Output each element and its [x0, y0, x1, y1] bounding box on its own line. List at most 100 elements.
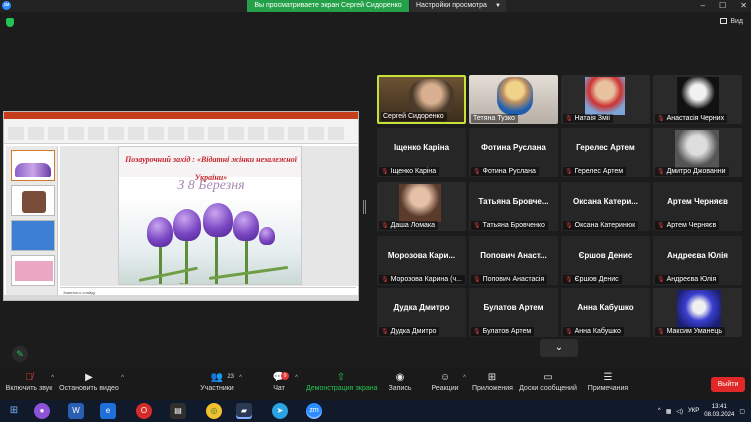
- annotate-pen-icon[interactable]: ✎: [12, 346, 28, 362]
- chevron-up-icon[interactable]: ^: [239, 375, 242, 381]
- participant-display-name: Єршов Денис: [578, 251, 633, 260]
- participant-tile[interactable]: Булатов Артем 🎙 Булатов Артем: [469, 288, 558, 337]
- participant-name: Артем Черняєв: [666, 222, 717, 229]
- telegram-icon[interactable]: ➤: [272, 403, 288, 419]
- file-explorer-icon[interactable]: ▰: [236, 403, 252, 419]
- record-button[interactable]: ◉ Запись: [386, 371, 414, 392]
- participant-display-name: Артем Черняєв: [667, 197, 728, 206]
- ribbon-tool: [148, 127, 164, 140]
- video-camera-icon: ▶: [85, 372, 93, 383]
- unmute-label: Включить звук: [5, 385, 53, 392]
- ribbon-tool: [88, 127, 104, 140]
- close-icon[interactable]: ✕: [740, 0, 747, 12]
- gallery-scroll-down-button[interactable]: ⌄: [540, 339, 578, 357]
- participant-tile[interactable]: Андреєва Юлія 🎙 Андреєва Юлія: [653, 236, 742, 285]
- word-icon[interactable]: W: [68, 403, 84, 419]
- apps-label: Приложения: [472, 385, 513, 392]
- reactions-smile-icon: ☺: [439, 372, 451, 383]
- leave-meeting-button[interactable]: Выйти: [711, 377, 745, 392]
- participant-tile[interactable]: 🎙 Максим Уманець: [653, 288, 742, 337]
- keyboard-language[interactable]: УКР: [688, 408, 699, 414]
- participant-tile[interactable]: Герелес Артем 🎙 Герелес Артем: [561, 128, 650, 177]
- participant-name: Андреєва Юлія: [666, 276, 717, 283]
- mic-muted-icon: 🎙: [657, 277, 665, 283]
- participant-tile[interactable]: 🎙 Даша Ломака: [377, 182, 466, 231]
- windows-start-icon[interactable]: ⊞: [6, 403, 22, 419]
- participant-name-label: 🎙 Попович Анастасія: [471, 275, 548, 284]
- minimize-icon[interactable]: –: [701, 0, 705, 12]
- participant-tile[interactable]: Сергей Сидоренко: [377, 75, 466, 124]
- shared-screen[interactable]: Позаурочний захід : «Відатні жінки незал…: [3, 111, 359, 301]
- view-settings-button[interactable]: Настройки просмотра ▼: [410, 0, 506, 12]
- reactions-button[interactable]: ☺ Реакции ^: [430, 371, 466, 392]
- zoom-taskbar-icon[interactable]: zm: [306, 403, 322, 419]
- stop-video-label: Остановить видео: [59, 385, 119, 392]
- participant-tile[interactable]: Анна Кабушко 🎙 Анна Кабушко: [561, 288, 650, 337]
- participants-label: Участники: [200, 385, 234, 392]
- participant-tile[interactable]: Іщенко Каріна 🎙 Іщенко Каріна: [377, 128, 466, 177]
- chrome-icon[interactable]: ◎: [206, 403, 222, 419]
- participant-name-label: 🎙 Максим Уманець: [655, 327, 725, 336]
- ribbon-tool: [208, 127, 224, 140]
- media-icon[interactable]: ▤: [170, 403, 186, 419]
- ribbon-tool: [308, 127, 324, 140]
- notes-button[interactable]: ☰ Примечания: [586, 371, 630, 392]
- participant-name-label: 🎙 Анна Кабушко: [563, 327, 624, 336]
- chat-button[interactable]: 💬 Чат 9 ^: [266, 371, 298, 392]
- assistant-icon[interactable]: ●: [34, 403, 50, 419]
- notifications-icon[interactable]: ▢: [739, 408, 745, 415]
- mic-muted-icon: 🎙: [657, 116, 665, 122]
- chevron-up-icon[interactable]: ^: [121, 375, 124, 381]
- participant-tile[interactable]: Морозова Кари... 🎙 Морозова Карина (ч...: [377, 236, 466, 285]
- shield-icon[interactable]: [6, 18, 14, 27]
- view-button[interactable]: Вид: [720, 18, 743, 25]
- participant-tile[interactable]: Дудка Дмитро 🎙 Дудка Дмитро: [377, 288, 466, 337]
- participants-button[interactable]: 👥 Участники 23 ^: [196, 371, 242, 392]
- stop-video-button[interactable]: ▶ Остановить видео ^: [58, 371, 124, 392]
- volume-icon[interactable]: ◁): [676, 408, 683, 415]
- participant-tile[interactable]: Оксана Катери... 🎙 Оксана Катеринюк: [561, 182, 650, 231]
- participant-name: Анна Кабушко: [574, 328, 621, 335]
- participant-display-name: Оксана Катери...: [573, 197, 638, 206]
- participant-tile[interactable]: Тетяна Тузко: [469, 75, 558, 124]
- notes-icon: ☰: [603, 372, 613, 383]
- record-icon: ◉: [395, 372, 405, 383]
- participant-display-name: Морозова Кари...: [387, 251, 456, 260]
- participant-tile[interactable]: 🎙 Дмитро Джованни: [653, 128, 742, 177]
- chat-unread-badge: 9: [281, 372, 289, 380]
- share-screen-button[interactable]: ⇧ Демонстрация экрана: [306, 371, 378, 392]
- notes-label: Примечания: [587, 385, 629, 392]
- slide-date-text: З 8 Березня: [177, 178, 245, 193]
- participant-display-name: Іщенко Каріна: [393, 143, 450, 152]
- taskbar-clock[interactable]: 13:41 08.03.2024: [704, 403, 734, 419]
- participant-tile[interactable]: Артем Черняєв 🎙 Артем Черняєв: [653, 182, 742, 231]
- split-handle[interactable]: [363, 200, 366, 214]
- browser-icon[interactable]: e: [100, 403, 116, 419]
- apps-button[interactable]: ⊞ Приложения: [472, 371, 513, 392]
- slide-title-box: Позаурочний захід : «Відатні жінки незал…: [119, 147, 301, 182]
- system-tray: ^ ▦ ◁) УКР 13:41 08.03.2024 ▢: [658, 402, 745, 420]
- participant-avatar: [675, 130, 719, 168]
- participant-tile[interactable]: Попович Анаст... 🎙 Попович Анастасія: [469, 236, 558, 285]
- participant-name: Булатов Артем: [482, 328, 532, 335]
- participant-tile[interactable]: 🎙 Натаія Зміі: [561, 75, 650, 124]
- participant-tile[interactable]: Фотина Руслана 🎙 Фотина Руслана: [469, 128, 558, 177]
- participant-display-name: Герелес Артем: [576, 143, 635, 152]
- participant-tile[interactable]: Татьяна Бровче... 🎙 Татьяна Бровченко: [469, 182, 558, 231]
- participant-tile[interactable]: Єршов Денис 🎙 Єршов Денис: [561, 236, 650, 285]
- chevron-up-icon[interactable]: ^: [51, 375, 54, 381]
- maximize-icon[interactable]: ☐: [719, 0, 726, 12]
- tray-chevron-icon[interactable]: ^: [658, 408, 661, 414]
- participant-tile[interactable]: 🎙 Анастасія Черних: [653, 75, 742, 124]
- whiteboards-button[interactable]: ▭ Доски сообщений: [519, 371, 577, 392]
- unmute-button[interactable]: 🎙̸ Включить звук ^: [4, 371, 54, 392]
- participant-avatar: [677, 77, 719, 115]
- chevron-up-icon[interactable]: ^: [295, 375, 298, 381]
- opera-icon[interactable]: O: [136, 403, 152, 419]
- ribbon-tool: [128, 127, 144, 140]
- mic-muted-icon: 🎙: [381, 169, 389, 175]
- chat-label: Чат: [273, 385, 285, 392]
- chevron-up-icon[interactable]: ^: [463, 375, 466, 381]
- network-icon[interactable]: ▦: [666, 408, 672, 415]
- participant-name-label: 🎙 Іщенко Каріна: [379, 167, 440, 176]
